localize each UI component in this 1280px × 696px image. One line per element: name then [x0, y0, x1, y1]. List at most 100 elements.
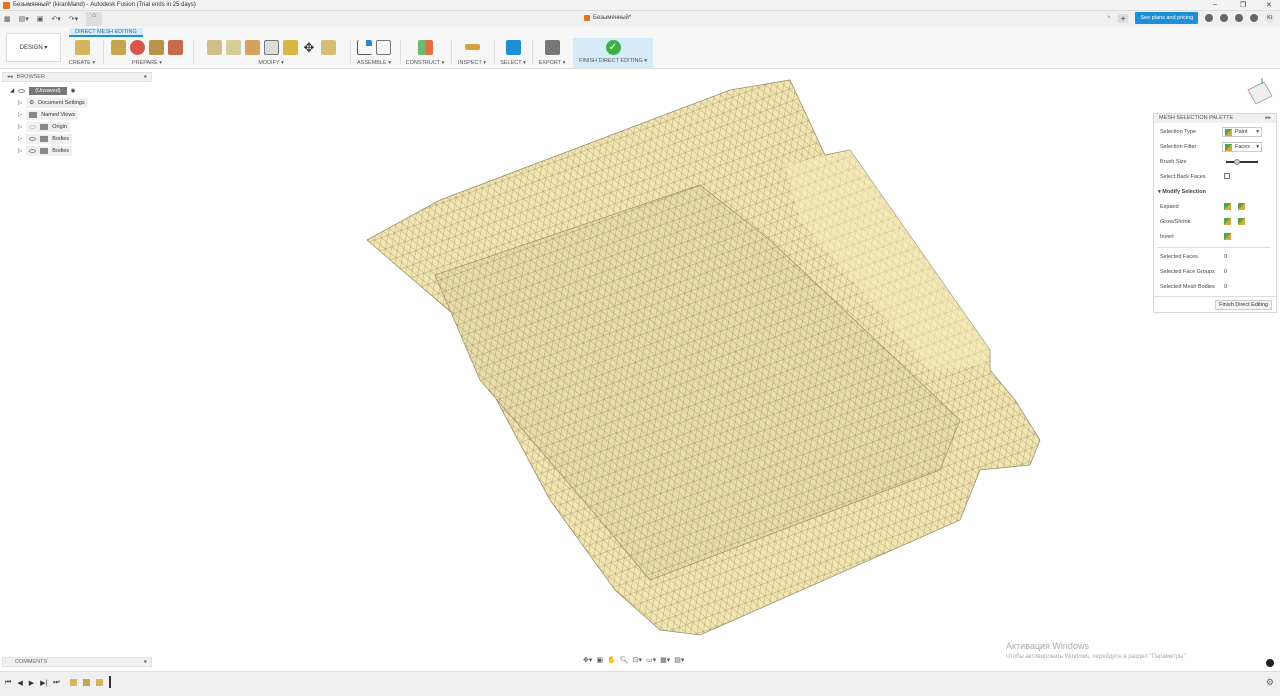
inspect-group[interactable]: INSPECT ▾ [454, 38, 490, 68]
minimize-button[interactable]: – [1213, 1, 1217, 8]
paint-icon [1225, 128, 1232, 136]
mesh-body[interactable] [366, 79, 1041, 636]
grid-menu-icon[interactable]: ▦ [4, 15, 11, 23]
zoom-icon[interactable]: 🔍︎ [620, 656, 629, 664]
inspect-menu[interactable]: INSPECT ▾ [454, 60, 490, 66]
maximize-button[interactable]: ❐ [1240, 1, 1246, 9]
select-menu[interactable]: SELECT ▾ [497, 60, 529, 66]
combine-icon[interactable] [282, 39, 298, 55]
prepare-4-icon[interactable] [168, 39, 183, 55]
separate-icon[interactable] [225, 39, 241, 55]
assemble-menu[interactable]: ASSEMBLE ▾ [352, 60, 396, 66]
prepare-1-icon[interactable] [111, 39, 126, 55]
checkmark-icon: ✓ [605, 40, 621, 55]
invert-icon[interactable] [1224, 233, 1231, 240]
app-logo-icon [3, 1, 10, 9]
undo-icon[interactable]: ↶▾ [51, 15, 60, 23]
select-group[interactable]: SELECT ▾ [497, 38, 529, 68]
assemble-group[interactable]: ASSEMBLE ▾ [352, 38, 396, 68]
timeline-feature-icon[interactable] [69, 679, 77, 686]
scale-icon[interactable] [320, 39, 336, 55]
extensions-icon[interactable] [1220, 14, 1229, 22]
user-avatar[interactable]: KI [1265, 13, 1274, 23]
navigation-bar: ✥▾ ▣ ✋ 🔍︎ ⊡▾ ▭▾ ▦▾ ▤▾ [583, 656, 684, 664]
selection-type-dropdown[interactable]: Paint ▾ [1222, 127, 1262, 137]
prepare-menu[interactable]: PREPARE ▾ [106, 60, 188, 66]
close-button[interactable]: ✕ [1266, 1, 1272, 9]
previous-step-button[interactable]: ◀ [17, 679, 22, 688]
grid-settings-icon[interactable]: ▦▾ [660, 656, 670, 664]
export-menu[interactable]: EXPORT ▾ [535, 60, 569, 66]
move-icon[interactable]: ✥ [302, 40, 317, 55]
tab-direct-mesh-editing[interactable]: DIRECT MESH EDITING [69, 28, 143, 37]
comments-panel[interactable]: COMMENTS ● [2, 657, 152, 667]
modify-menu[interactable]: MODIFY ▾ [196, 60, 346, 66]
file-menu-icon[interactable]: ▤▾ [19, 15, 29, 23]
create-menu[interactable]: CREATE ▾ [66, 60, 98, 66]
timeline-settings-icon[interactable]: ⚙ [1266, 677, 1274, 688]
display-settings-icon[interactable]: ▭▾ [646, 656, 656, 664]
create-group[interactable]: CREATE ▾ [66, 38, 98, 68]
first-step-button[interactable]: ⏮ [5, 679, 11, 688]
home-icon[interactable]: ⌂ [86, 12, 103, 26]
quick-access-bar: ▦ ▤▾ ▣ ↶▾ ↷▾ ⌂ [0, 11, 1280, 27]
prepare-group[interactable]: PREPARE ▾ [106, 38, 188, 68]
reduce-icon[interactable] [244, 39, 260, 55]
help-icon[interactable] [1250, 14, 1259, 22]
prepare-2-icon[interactable] [130, 39, 145, 55]
brush-size-slider[interactable] [1226, 159, 1258, 165]
measure-icon[interactable] [464, 44, 480, 50]
shell-icon[interactable] [263, 39, 279, 55]
expand-alt-icon[interactable] [1238, 203, 1245, 210]
viewcube[interactable] [1247, 78, 1273, 105]
expand-icon[interactable]: ▸▸ [1265, 115, 1271, 122]
table-icon[interactable] [376, 39, 391, 55]
prepare-3-icon[interactable] [149, 39, 164, 55]
grow-icon[interactable] [1224, 218, 1231, 225]
save-icon[interactable]: ▣ [37, 15, 44, 23]
export-icon[interactable] [544, 39, 560, 55]
document-tab[interactable]: Безымянный* [584, 15, 631, 21]
plane-icon[interactable] [417, 39, 433, 55]
workspace-switcher[interactable]: DESIGN ▾ [6, 33, 61, 62]
palette-header: MESH SELECTION PALETTE ▸▸ [1154, 114, 1276, 123]
orbit-icon[interactable]: ✥▾ [583, 656, 592, 664]
title-bar: Безымянный* (kiranMand) - Autodesk Fusio… [0, 0, 1280, 11]
joint-icon[interactable] [357, 39, 372, 55]
modify-selection-section[interactable]: ▾ Modify Selection [1158, 189, 1206, 195]
finish-direct-editing-palette-button[interactable]: Finish Direct Editing [1215, 300, 1272, 310]
job-status-icon[interactable] [1205, 14, 1214, 22]
create-mesh-icon[interactable] [74, 39, 90, 55]
look-at-icon[interactable]: ▣ [596, 656, 603, 664]
timeline: ⏮ ◀ ▶ ▶| ⏭ ⚙ [0, 671, 1280, 696]
chat-icon[interactable] [1266, 659, 1274, 667]
header-controls: × + See plans and pricing KI [1107, 12, 1274, 24]
expand-icon[interactable] [1224, 203, 1231, 210]
shrink-icon[interactable] [1238, 218, 1245, 225]
faces-icon [1225, 143, 1232, 151]
redo-icon[interactable]: ↷▾ [69, 15, 78, 23]
plane-cut-icon[interactable] [206, 39, 222, 55]
see-plans-button[interactable]: See plans and pricing [1135, 12, 1199, 24]
pan-icon[interactable]: ✋ [607, 656, 616, 664]
modify-group[interactable]: ✥ MODIFY ▾ [196, 38, 346, 68]
finish-direct-editing-button[interactable]: ✓ FINISH DIRECT EDITING ▾ [573, 38, 653, 68]
close-tab-button[interactable]: × [1107, 15, 1111, 21]
timeline-feature-icon[interactable] [82, 679, 90, 686]
timeline-marker[interactable] [108, 676, 111, 688]
notifications-icon[interactable] [1235, 14, 1244, 22]
select-icon[interactable] [505, 39, 521, 55]
export-group[interactable]: EXPORT ▾ [535, 38, 569, 68]
construct-group[interactable]: CONSTRUCT ▾ [402, 38, 448, 68]
fit-icon[interactable]: ⊡▾ [633, 656, 642, 664]
selection-filter-dropdown[interactable]: Faces ▾ [1222, 142, 1262, 152]
construct-menu[interactable]: CONSTRUCT ▾ [402, 60, 448, 66]
viewports-icon[interactable]: ▤▾ [674, 656, 684, 664]
last-step-button[interactable]: ⏭ [53, 679, 59, 688]
new-tab-button[interactable]: + [1117, 13, 1129, 23]
next-step-button[interactable]: ▶| [40, 679, 47, 688]
timeline-feature-icon[interactable] [95, 679, 103, 686]
play-button[interactable]: ▶ [29, 679, 34, 688]
viewport-canvas[interactable] [0, 70, 1280, 660]
select-back-faces-checkbox[interactable] [1224, 173, 1230, 179]
